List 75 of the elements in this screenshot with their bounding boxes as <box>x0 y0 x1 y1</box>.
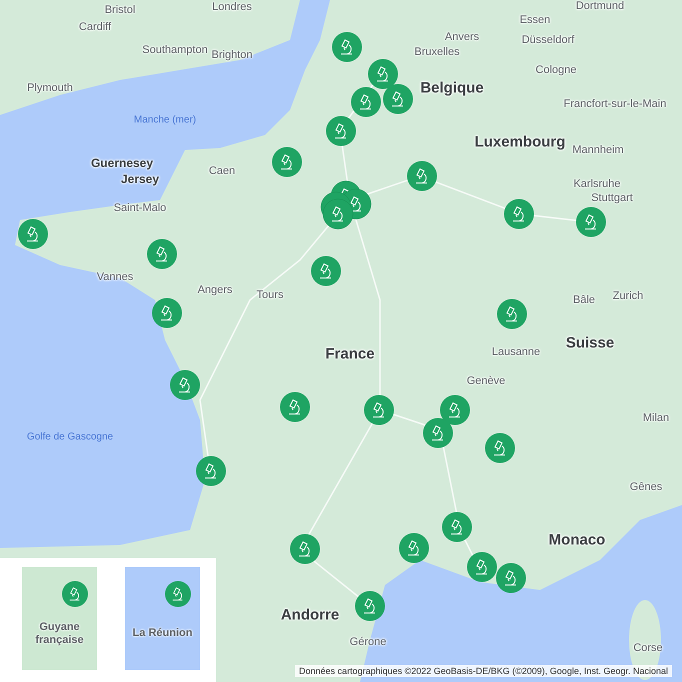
place-label: Genève <box>466 375 506 387</box>
microscope-marker[interactable] <box>383 84 413 114</box>
inset-map[interactable]: La Réunion <box>125 567 200 670</box>
microscope-marker[interactable] <box>280 392 310 422</box>
place-label: La Réunion <box>132 627 192 640</box>
place-label: Caen <box>208 165 236 177</box>
microscope-marker[interactable] <box>485 433 515 463</box>
place-label: Luxembourg <box>474 134 566 150</box>
inset-map[interactable]: Guyane française <box>22 567 97 670</box>
place-label: Tours <box>256 289 284 301</box>
microscope-marker[interactable] <box>351 87 381 117</box>
microscope-marker[interactable] <box>355 591 385 621</box>
place-label: Düsseldorf <box>522 34 574 46</box>
place-label: Guyane française <box>34 620 85 646</box>
microscope-marker[interactable] <box>272 147 302 177</box>
place-label: Karlsruhe <box>573 178 621 190</box>
place-label: Dortmund <box>576 0 624 12</box>
microscope-marker[interactable] <box>576 207 606 237</box>
place-label: Lausanne <box>492 346 540 358</box>
place-label: Londres <box>212 1 252 13</box>
marker-cluster[interactable] <box>318 178 374 230</box>
microscope-marker[interactable] <box>290 534 320 564</box>
microscope-marker[interactable] <box>152 298 182 328</box>
place-label: Southampton <box>142 44 208 56</box>
microscope-marker[interactable] <box>62 581 88 607</box>
map-attribution: Données cartographiques ©2022 GeoBasis-DE/BKG (©2009), Google, Inst. Geogr. Nacional <box>295 665 672 677</box>
microscope-marker[interactable] <box>440 395 470 425</box>
microscope-marker[interactable] <box>442 512 472 542</box>
place-label: Belgique <box>420 80 484 96</box>
place-label: Suisse <box>566 334 614 352</box>
place-label: Guernesey <box>90 156 154 170</box>
microscope-marker[interactable] <box>407 161 437 191</box>
place-label: Bruxelles <box>414 46 460 58</box>
place-label: Andorre <box>280 606 340 624</box>
place-label: Essen <box>520 14 550 26</box>
place-label: Monaco <box>548 532 606 548</box>
place-label: Gérone <box>350 636 386 648</box>
place-label: Bristol <box>104 4 136 16</box>
place-label: Mannheim <box>572 144 624 156</box>
place-label: Plymouth <box>27 82 73 94</box>
microscope-marker[interactable] <box>18 219 48 249</box>
place-label: Saint-Malo <box>114 202 166 214</box>
place-label: Gênes <box>630 481 662 493</box>
microscope-marker[interactable] <box>368 59 398 89</box>
microscope-marker[interactable] <box>326 116 356 146</box>
microscope-marker[interactable] <box>399 533 429 563</box>
place-label: Angers <box>198 284 232 296</box>
place-label: Bâle <box>572 294 596 306</box>
place-label: Cologne <box>536 64 576 76</box>
microscope-marker[interactable] <box>147 239 177 269</box>
microscope-marker[interactable] <box>165 581 191 607</box>
microscope-marker[interactable] <box>170 370 200 400</box>
microscope-marker[interactable] <box>467 552 497 582</box>
microscope-marker[interactable] <box>497 299 527 329</box>
place-label: Golfe de Gascogne <box>26 432 114 442</box>
place-label: France <box>325 346 375 362</box>
place-label: Milan <box>642 412 670 424</box>
map[interactable] <box>0 0 682 682</box>
place-label: Zurich <box>612 290 644 302</box>
place-label: Vannes <box>96 271 134 283</box>
microscope-marker[interactable] <box>364 395 394 425</box>
microscope-marker[interactable] <box>496 563 526 593</box>
microscope-marker[interactable] <box>423 418 453 448</box>
place-label: Manche (mer) <box>134 114 196 126</box>
place-label: Anvers <box>444 31 480 43</box>
microscope-marker[interactable] <box>332 32 362 62</box>
place-label: Brighton <box>212 49 252 61</box>
place-label: Cardiff <box>78 21 112 33</box>
place-label: Corse <box>633 642 663 654</box>
microscope-marker[interactable] <box>196 456 226 486</box>
place-label: Francfort-sur-le-Main <box>564 98 666 110</box>
place-label: Stuttgart <box>591 192 633 204</box>
microscope-marker[interactable] <box>311 256 341 286</box>
place-label: Jersey <box>120 172 160 186</box>
microscope-marker[interactable] <box>504 199 534 229</box>
